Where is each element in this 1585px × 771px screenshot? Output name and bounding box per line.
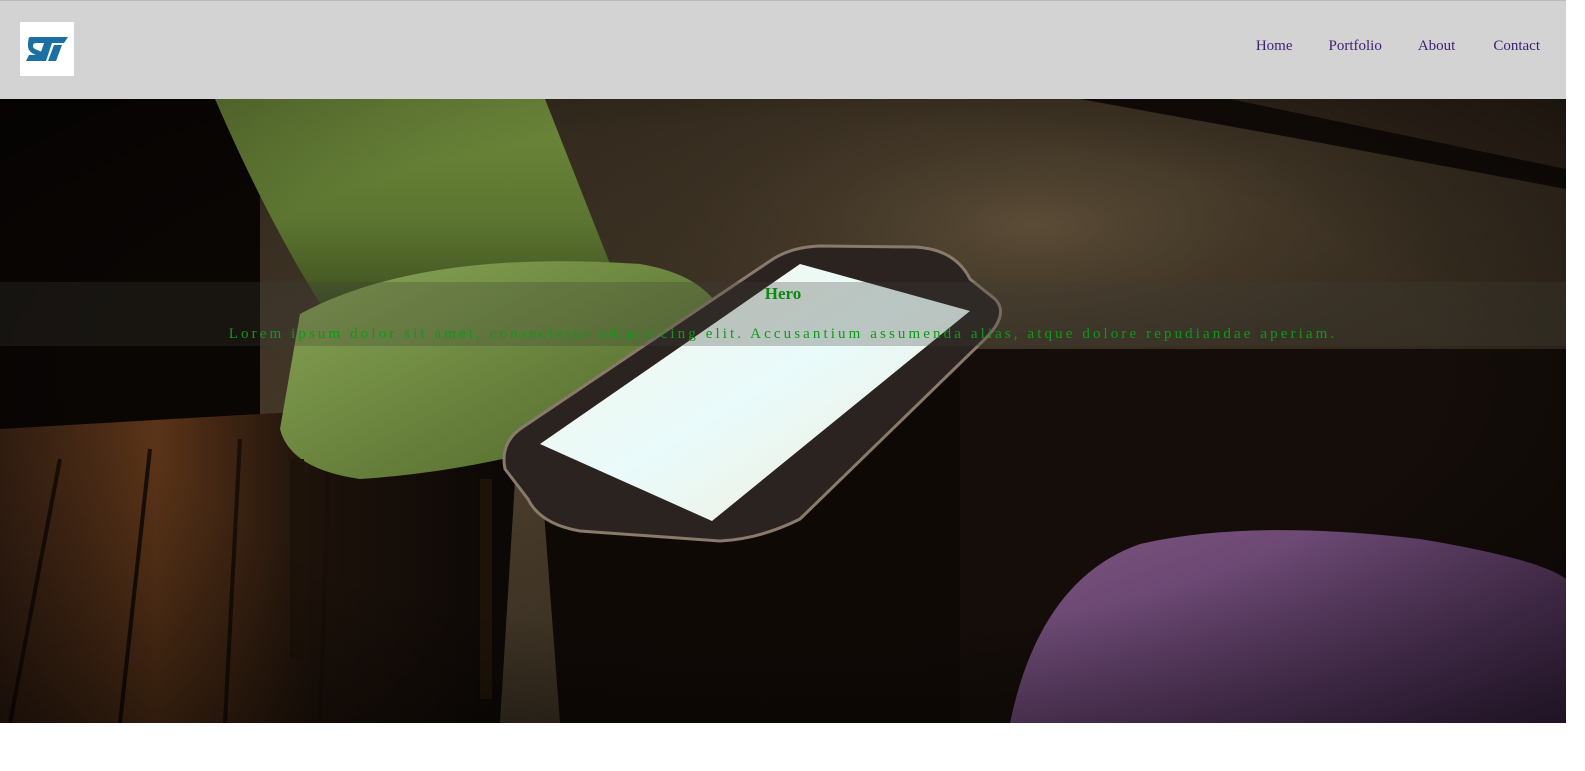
nav-contact-link[interactable]: Contact <box>1493 37 1540 55</box>
nav-portfolio-link[interactable]: Portfolio <box>1329 37 1382 55</box>
st-logo-icon <box>26 37 68 61</box>
hero-description: Lorem ipsum dolor sit amet, consectetur … <box>228 326 1338 342</box>
hero-section: Hero Lorem ipsum dolor sit amet, consect… <box>0 99 1566 723</box>
hero-title: Hero <box>764 284 802 303</box>
nav-home-link[interactable]: Home <box>1256 37 1293 55</box>
nav-about-link[interactable]: About <box>1418 37 1456 55</box>
main-nav: Home Portfolio About Contact <box>1256 37 1540 55</box>
page-right-edge <box>1566 0 1585 771</box>
hero-background-image <box>0 99 1566 723</box>
logo[interactable] <box>20 22 74 76</box>
site-header: Home Portfolio About Contact <box>0 0 1566 99</box>
